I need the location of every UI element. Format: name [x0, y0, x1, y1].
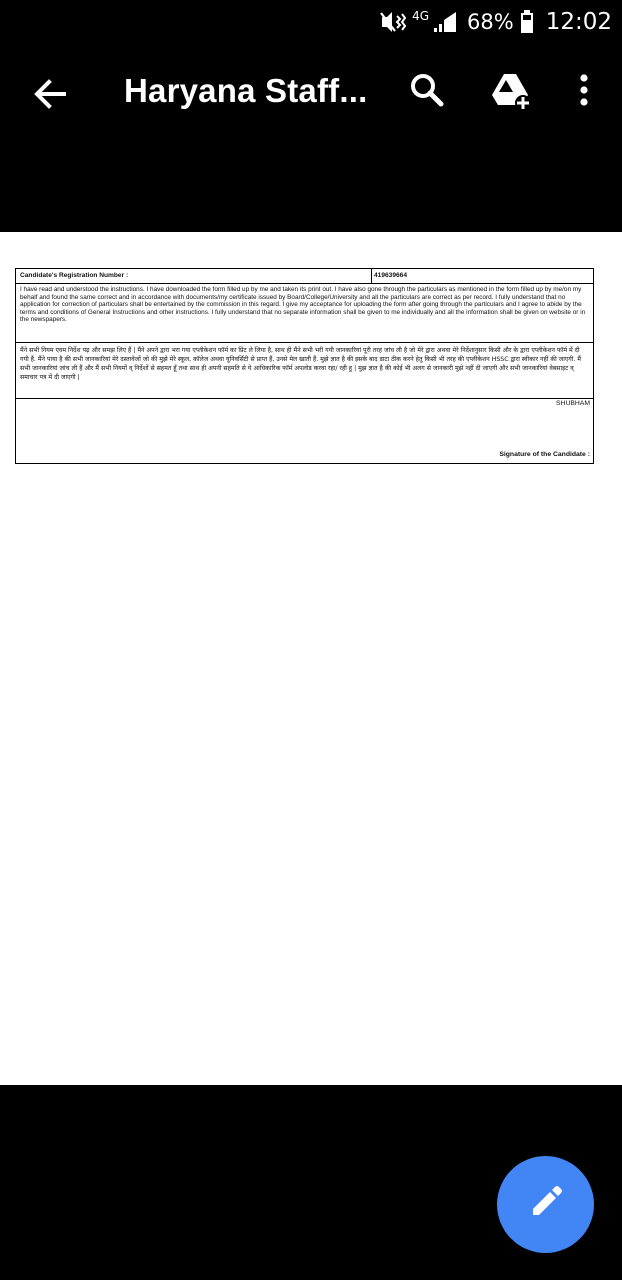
more-vert-icon — [572, 74, 596, 116]
clock: 12:02 — [545, 9, 612, 35]
signal-icon — [433, 11, 457, 33]
back-arrow-icon — [30, 79, 70, 118]
declaration-form: Candidate's Registration Number : 419639… — [15, 268, 594, 464]
cell-divider — [371, 269, 372, 283]
status-icons: 4G 68% 12:02 — [378, 8, 612, 36]
search-icon — [407, 74, 447, 114]
drive-add-icon — [490, 74, 532, 116]
registration-number: 419639664 — [374, 272, 408, 279]
declaration-english: I have read and understood the instructi… — [16, 283, 593, 343]
search-button[interactable] — [407, 70, 447, 110]
pdf-page[interactable]: Candidate's Registration Number : 419639… — [0, 232, 622, 1085]
more-options-button[interactable] — [572, 72, 596, 112]
edit-fab-button[interactable] — [497, 1156, 594, 1253]
candidate-name: SHUBHAM — [556, 400, 590, 407]
registration-row: Candidate's Registration Number : 419639… — [16, 269, 593, 284]
battery-percent: 68% — [467, 10, 514, 34]
add-to-drive-button[interactable] — [490, 70, 532, 112]
page-title: Haryana Staff... — [124, 72, 368, 109]
signature-label: Signature of the Candidate : — [499, 451, 590, 458]
signature-row: SHUBHAM Signature of the Candidate : — [16, 399, 593, 463]
registration-label: Candidate's Registration Number : — [20, 272, 129, 279]
declaration-hindi: मैंने सभी नियम एवम निर्देश पढ़ और समझ लि… — [16, 343, 593, 399]
back-button[interactable] — [30, 74, 70, 114]
battery-icon — [520, 10, 534, 34]
pencil-edit-icon — [527, 1183, 565, 1226]
mute-vibrate-icon — [378, 10, 407, 34]
status-bar: 4G 68% 12:02 — [0, 0, 622, 44]
app-bar: Haryana Staff... — [0, 44, 622, 140]
network-type: 4G — [412, 9, 430, 23]
